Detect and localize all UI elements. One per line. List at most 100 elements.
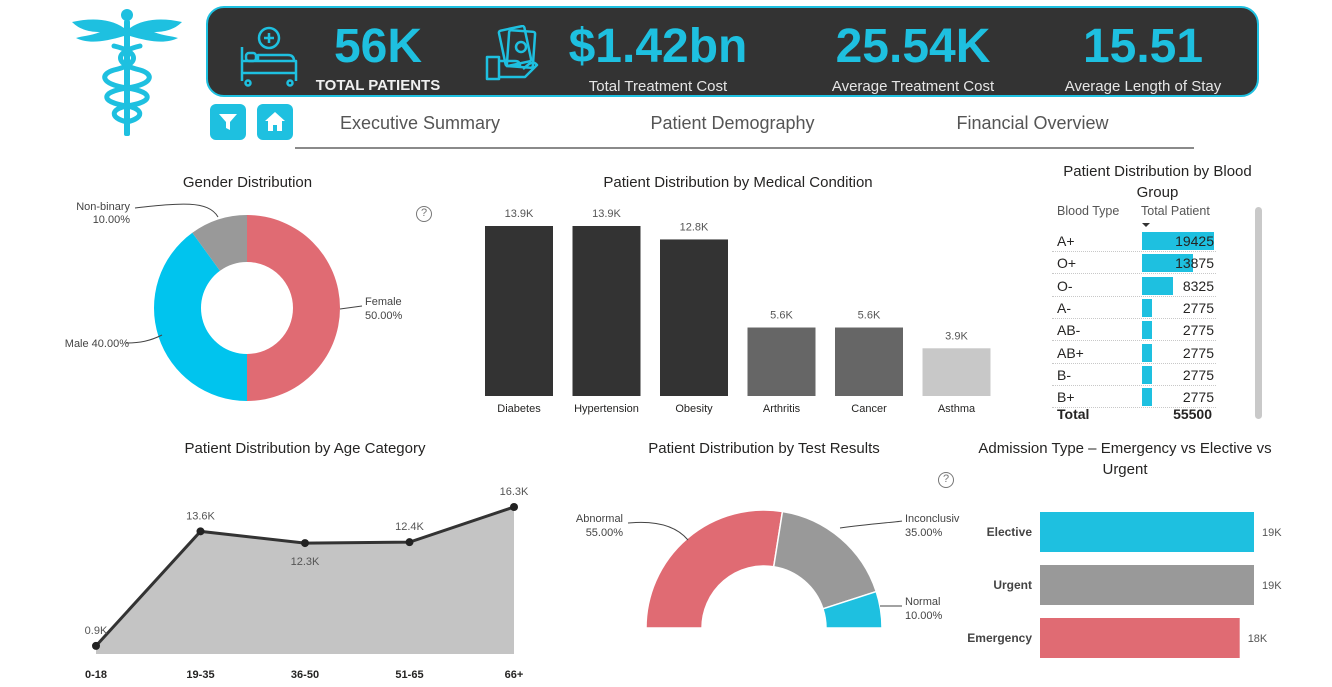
kpi-total-cost-label: Total Treatment Cost bbox=[588, 78, 728, 95]
age-category-label: 51-65 bbox=[395, 669, 423, 681]
gender-chart: Non-binary 10.00% Female 50.00% Male 40.… bbox=[65, 201, 403, 407]
table-row[interactable]: A- 2775 bbox=[1052, 297, 1216, 319]
blood-type-cell: B+ bbox=[1057, 389, 1075, 406]
admission-bar-emergency[interactable] bbox=[1040, 618, 1240, 658]
tab-executive-summary[interactable]: Executive Summary bbox=[320, 113, 520, 134]
condition-category-label: Diabetes bbox=[497, 403, 541, 415]
gender-label-female: Female bbox=[365, 296, 402, 308]
condition-category-label: Obesity bbox=[675, 403, 713, 415]
age-chart-title: Patient Distribution by Age Category bbox=[184, 440, 426, 457]
column-header-total-patient[interactable]: Total Patient bbox=[1141, 204, 1210, 218]
condition-category-label: Asthma bbox=[938, 403, 976, 415]
condition-bar-obesity[interactable] bbox=[660, 239, 728, 396]
tests-label-abnormal: Abnormal bbox=[576, 513, 623, 525]
total-patient-cell: 8325 bbox=[1182, 277, 1214, 294]
tab-financial-overview[interactable]: Financial Overview bbox=[930, 113, 1135, 134]
condition-bar-arthritis[interactable] bbox=[747, 327, 816, 396]
condition-bar-cancer[interactable] bbox=[835, 327, 903, 396]
caduceus-icon bbox=[72, 9, 182, 136]
male-leader-line bbox=[125, 334, 163, 344]
age-point-0-18[interactable] bbox=[92, 641, 100, 650]
condition-data-label: 5.6K bbox=[858, 310, 881, 322]
kpi-avg-stay-value: 15.51 bbox=[1082, 20, 1204, 73]
money-hand-icon bbox=[485, 25, 539, 81]
age-data-label: 0.9K bbox=[85, 625, 108, 637]
age-data-label: 12.3K bbox=[291, 556, 320, 568]
gender-value-male: Male 40.00% bbox=[65, 338, 129, 350]
condition-data-label: 3.9K bbox=[945, 330, 968, 342]
filter-icon bbox=[219, 114, 237, 130]
table-total-value: 55500 bbox=[1173, 406, 1212, 422]
age-point-36-50[interactable] bbox=[301, 539, 309, 548]
gender-value-female: 50.00% bbox=[365, 310, 403, 322]
age-category-label: 66+ bbox=[505, 669, 524, 681]
blood-chart-title: Patient Distribution by Blood Group bbox=[1063, 163, 1252, 201]
tests-slice-abnormal[interactable] bbox=[645, 509, 784, 629]
tests-slice-inconclusiv[interactable] bbox=[772, 510, 878, 610]
age-point-19-35[interactable] bbox=[196, 527, 205, 536]
abnormal-leader-line bbox=[627, 521, 689, 541]
condition-bar-asthma[interactable] bbox=[922, 348, 991, 396]
condition-chart: 13.9K Diabetes 13.9K Hypertension 12.8K Obesi… bbox=[485, 208, 991, 415]
table-row[interactable]: O+ 13875 bbox=[1052, 252, 1216, 275]
kpi-avg-stay-label: Average Length of Stay bbox=[1064, 78, 1222, 95]
admission-chart-title: Admission Type – Emergency vs Elective v… bbox=[978, 440, 1272, 478]
condition-bar-hypertension[interactable] bbox=[572, 226, 641, 396]
age-chart: 0.9K 0-18 13.6K 19-35 12.3K 36-50 12.4K 51-65 16… bbox=[85, 486, 529, 681]
data-bar bbox=[1142, 365, 1153, 384]
admission-category-label: Elective bbox=[987, 525, 1033, 539]
table-row[interactable]: B- 2775 bbox=[1052, 364, 1216, 386]
gender-slice-female[interactable] bbox=[247, 215, 340, 401]
blood-type-cell: O- bbox=[1057, 277, 1073, 294]
table-scrollbar[interactable] bbox=[1255, 207, 1262, 419]
age-category-label: 19-35 bbox=[186, 669, 214, 681]
age-data-label: 16.3K bbox=[500, 486, 529, 498]
total-patient-cell: 19425 bbox=[1175, 233, 1214, 249]
gender-label-non-binary: Non-binary bbox=[76, 201, 130, 213]
table-row[interactable]: A+ 19425 bbox=[1052, 230, 1216, 252]
kpi-total-patients-value: 56K bbox=[333, 20, 423, 73]
filter-button[interactable] bbox=[210, 104, 246, 140]
condition-category-label: Cancer bbox=[851, 403, 887, 415]
total-patient-cell: 13875 bbox=[1175, 255, 1214, 272]
admission-bar-elective[interactable] bbox=[1040, 512, 1254, 552]
age-category-label: 0-18 bbox=[85, 669, 107, 681]
kpi-avg-cost-label: Average Treatment Cost bbox=[831, 78, 995, 95]
tests-label-normal: Normal bbox=[905, 596, 940, 608]
total-patient-cell: 2775 bbox=[1182, 366, 1214, 383]
blood-type-cell: A- bbox=[1057, 299, 1071, 316]
data-bar bbox=[1142, 343, 1153, 362]
condition-category-label: Hypertension bbox=[574, 403, 639, 415]
blood-type-cell: A+ bbox=[1057, 233, 1075, 249]
column-header-blood-type[interactable]: Blood Type bbox=[1057, 204, 1119, 218]
condition-data-label: 13.9K bbox=[505, 208, 534, 220]
hospital-bed-icon bbox=[240, 26, 298, 87]
age-point-66[interactable] bbox=[510, 503, 518, 511]
condition-category-label: Arthritis bbox=[763, 403, 801, 415]
age-data-label: 12.4K bbox=[395, 521, 424, 533]
inconclusive-leader-line bbox=[839, 520, 903, 529]
kpi-banner: 56K TOTAL PATIENTS $1.42bn Total Treatme… bbox=[206, 6, 1259, 97]
total-patient-cell: 2775 bbox=[1182, 344, 1214, 361]
condition-bar-diabetes[interactable] bbox=[485, 226, 553, 396]
tests-label-inconclusive: Inconclusiv bbox=[905, 513, 960, 525]
age-point-51-65[interactable] bbox=[405, 538, 414, 547]
admission-data-label: 18K bbox=[1248, 633, 1268, 645]
help-icon[interactable]: ? bbox=[938, 472, 954, 488]
home-button[interactable] bbox=[257, 104, 293, 140]
table-row[interactable]: AB+ 2775 bbox=[1052, 342, 1216, 364]
total-patient-cell: 2775 bbox=[1182, 322, 1214, 339]
admission-data-label: 19K bbox=[1262, 580, 1282, 592]
tab-patient-demography[interactable]: Patient Demography bbox=[620, 113, 845, 134]
tests-value-normal: 10.00% bbox=[905, 610, 943, 622]
table-row[interactable]: AB- 2775 bbox=[1052, 319, 1216, 342]
gender-value-non-binary: 10.00% bbox=[93, 214, 131, 226]
data-bar bbox=[1142, 276, 1173, 295]
blood-type-cell: AB+ bbox=[1057, 344, 1084, 361]
age-category-label: 36-50 bbox=[291, 669, 319, 681]
admission-data-label: 19K bbox=[1262, 527, 1282, 539]
table-row[interactable]: O- 8325 bbox=[1052, 275, 1216, 297]
admission-chart: Elective 19K Urgent 19K Emergency 18K bbox=[967, 512, 1282, 658]
tests-chart-title: Patient Distribution by Test Results bbox=[648, 440, 880, 457]
admission-bar-urgent[interactable] bbox=[1040, 565, 1254, 605]
